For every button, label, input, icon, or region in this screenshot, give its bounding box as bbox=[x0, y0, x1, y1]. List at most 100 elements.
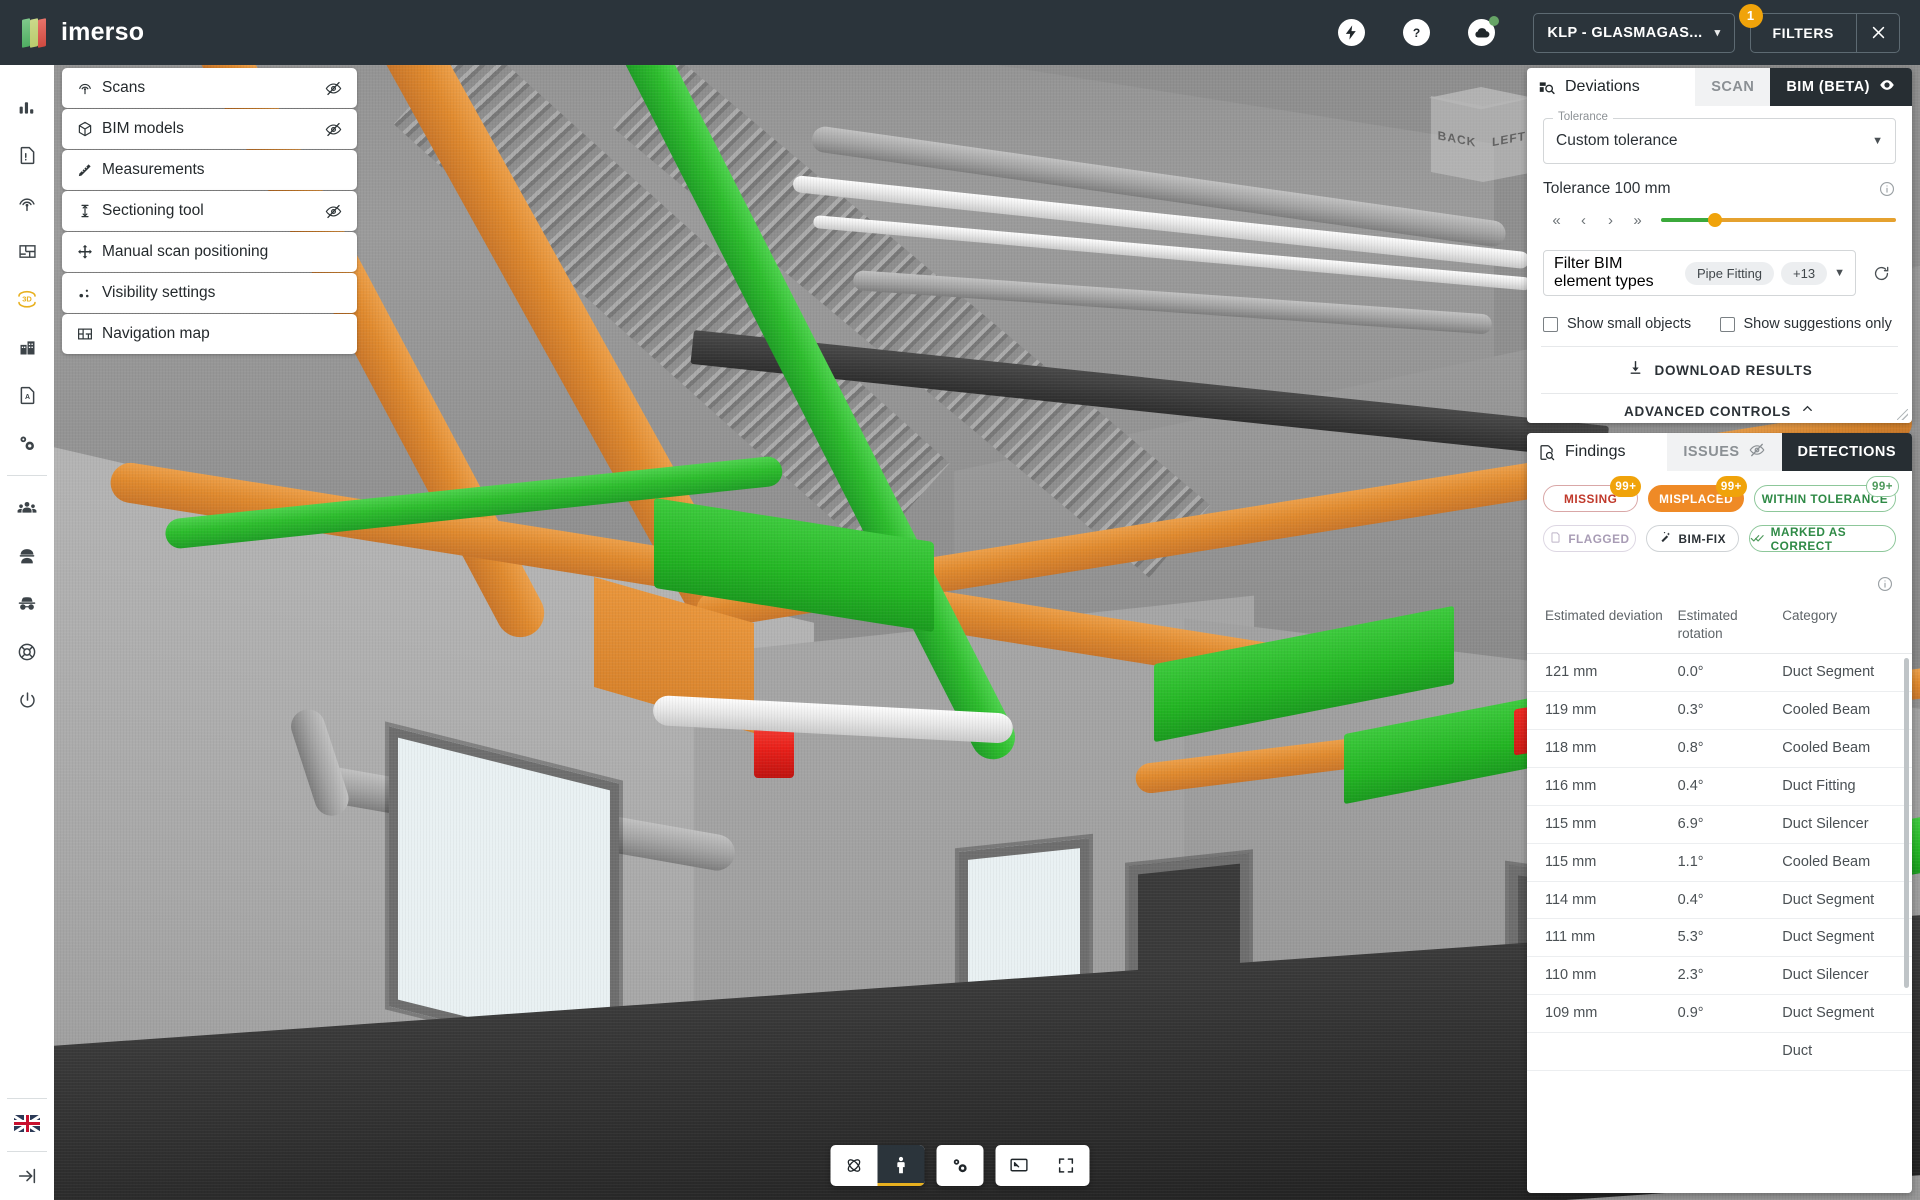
lifebuoy-icon[interactable] bbox=[0, 628, 54, 676]
checkbox-show-suggestions-only[interactable]: Show suggestions only bbox=[1719, 316, 1897, 332]
settings-gears-icon[interactable] bbox=[0, 419, 54, 467]
tab-bim-beta[interactable]: BIM (BETA) bbox=[1770, 68, 1912, 106]
3d-view-icon[interactable]: 3D bbox=[0, 275, 54, 323]
advanced-controls-toggle[interactable]: ADVANCED CONTROLS bbox=[1527, 394, 1912, 423]
eye-off-icon[interactable] bbox=[324, 120, 343, 139]
screen-view-button[interactable] bbox=[996, 1145, 1043, 1186]
table-row[interactable]: 116 mm 0.4° Duct Fitting bbox=[1527, 768, 1912, 806]
tab-scan[interactable]: SCAN bbox=[1695, 68, 1771, 106]
slider-track-orange bbox=[1715, 218, 1896, 222]
info-icon[interactable] bbox=[1878, 180, 1896, 198]
close-icon[interactable] bbox=[1856, 12, 1900, 53]
fullscreen-button[interactable] bbox=[1043, 1145, 1090, 1186]
drawings-icon[interactable]: A bbox=[0, 371, 54, 419]
tool-sectioning[interactable]: Sectioning tool bbox=[62, 191, 357, 231]
step-next-button[interactable]: › bbox=[1597, 206, 1624, 234]
pill-marked-as-correct[interactable]: MARKED AS CORRECT bbox=[1748, 525, 1896, 553]
power-icon[interactable] bbox=[0, 676, 54, 724]
cell-category: Cooled Beam bbox=[1782, 853, 1871, 870]
cell-rotation: 0.8° bbox=[1677, 740, 1704, 757]
cloud-icon[interactable] bbox=[1468, 16, 1500, 46]
pill-flagged[interactable]: FLAGGED bbox=[1543, 525, 1636, 552]
floorplan-icon[interactable] bbox=[0, 227, 54, 275]
language-flag-icon[interactable] bbox=[0, 1099, 54, 1147]
table-row[interactable]: 121 mm 0.0° Duct Segment bbox=[1527, 654, 1912, 693]
tool-visibility-settings[interactable]: Visibility settings bbox=[62, 273, 357, 313]
cell-deviation: 116 mm bbox=[1545, 777, 1597, 794]
table-row[interactable]: 118 mm 0.8° Cooled Beam bbox=[1527, 730, 1912, 768]
view-settings-button[interactable] bbox=[937, 1145, 984, 1186]
table-row[interactable]: 114 mm 0.4° Duct Segment bbox=[1527, 882, 1912, 920]
filter-chip-overflow[interactable]: +13 bbox=[1781, 261, 1828, 285]
view-cube-back-face[interactable]: BACK bbox=[1431, 95, 1483, 183]
filters-button[interactable]: FILTERS bbox=[1749, 12, 1856, 53]
tool-bim-models[interactable]: BIM models bbox=[62, 109, 357, 149]
team-icon[interactable] bbox=[0, 484, 54, 532]
help-icon[interactable]: ? bbox=[1403, 19, 1431, 46]
step-prev-button[interactable]: ‹ bbox=[1570, 206, 1597, 234]
tool-manual-scan-positioning[interactable]: Manual scan positioning bbox=[62, 232, 357, 272]
table-row[interactable]: 115 mm 1.1° Cooled Beam bbox=[1527, 844, 1912, 882]
pill-within-tolerance[interactable]: WITHIN TOLERANCE 99+ bbox=[1753, 476, 1899, 512]
dashboard-icon[interactable] bbox=[0, 83, 54, 131]
cell-rotation: 0.4° bbox=[1677, 777, 1704, 794]
table-row[interactable]: 110 mm 2.3° Duct Silencer bbox=[1527, 957, 1912, 996]
project-selector[interactable]: KLP - GLASMAGAS... ▾ bbox=[1533, 12, 1735, 53]
refresh-icon[interactable] bbox=[1866, 250, 1896, 296]
ruler-icon bbox=[76, 161, 102, 179]
tolerance-slider[interactable] bbox=[1661, 206, 1896, 234]
tolerance-legend: Tolerance bbox=[1553, 111, 1613, 123]
view-cube[interactable]: BACK LEFT bbox=[1429, 87, 1537, 197]
orbit-tool-button[interactable] bbox=[831, 1145, 878, 1186]
navmap-icon bbox=[76, 325, 102, 343]
worker-icon[interactable] bbox=[0, 532, 54, 580]
findings-table-body[interactable]: 121 mm 0.0° Duct Segment 119 mm 0.3° Coo… bbox=[1527, 654, 1912, 1071]
step-last-button[interactable]: » bbox=[1624, 206, 1651, 234]
findings-tabs: ISSUES DETECTIONS bbox=[1667, 433, 1912, 471]
tolerance-select[interactable]: Tolerance Custom tolerance ▼ bbox=[1543, 111, 1896, 164]
lightning-icon[interactable] bbox=[1338, 19, 1366, 46]
tab-issues[interactable]: ISSUES bbox=[1667, 433, 1782, 471]
step-first-button[interactable]: « bbox=[1543, 206, 1570, 234]
slider-thumb[interactable] bbox=[1708, 213, 1723, 227]
filter-chip-pipe-fitting[interactable]: Pipe Fitting bbox=[1685, 261, 1775, 285]
cell-category: Duct bbox=[1782, 1042, 1813, 1059]
collapse-rail-icon[interactable] bbox=[0, 1152, 54, 1200]
table-row[interactable]: 119 mm 0.3° Cooled Beam bbox=[1527, 692, 1912, 731]
findings-panel-header: Findings ISSUES DETECTIONS bbox=[1527, 433, 1912, 471]
cell-deviation: 114 mm bbox=[1545, 891, 1597, 908]
pill-bim-fix[interactable]: BIM-FIX bbox=[1645, 525, 1739, 552]
pill-missing[interactable]: MISSING 99+ bbox=[1543, 476, 1642, 512]
tool-scans[interactable]: Scans bbox=[62, 68, 357, 108]
deviation-checkboxes: Show small objects Show suggestions only bbox=[1527, 296, 1912, 346]
bim-element-type-select[interactable]: Filter BIM element types Pipe Fitting +1… bbox=[1543, 250, 1856, 296]
eye-off-icon[interactable] bbox=[324, 79, 343, 98]
walk-tool-button[interactable] bbox=[877, 1145, 925, 1186]
building-icon[interactable] bbox=[0, 323, 54, 371]
pill-missing-badge: 99+ bbox=[1610, 476, 1642, 497]
brand[interactable]: imerso bbox=[0, 17, 144, 48]
panel-resize-grip[interactable] bbox=[1897, 409, 1908, 420]
tool-navigation-map[interactable]: Navigation map bbox=[62, 314, 357, 354]
info-icon[interactable] bbox=[1876, 575, 1894, 593]
table-row[interactable]: 115 mm 6.9° Duct Silencer bbox=[1527, 806, 1912, 844]
checkbox-show-small-objects[interactable]: Show small objects bbox=[1543, 316, 1720, 332]
imerso-logo-icon bbox=[22, 17, 48, 48]
cell-rotation: 0.0° bbox=[1677, 664, 1704, 681]
pill-misplaced[interactable]: MISPLACED 99+ bbox=[1648, 476, 1747, 512]
chevron-down-icon: ▼ bbox=[1872, 135, 1883, 147]
findings-table-scrollbar[interactable] bbox=[1904, 658, 1909, 989]
table-row[interactable]: Duct bbox=[1527, 1033, 1912, 1071]
cell-category: Duct Silencer bbox=[1782, 815, 1869, 832]
incognito-icon[interactable] bbox=[0, 580, 54, 628]
download-results-button[interactable]: DOWNLOAD RESULTS bbox=[1527, 347, 1912, 393]
table-row[interactable]: 111 mm 5.3° Duct Segment bbox=[1527, 919, 1912, 958]
checkbox-show-small-objects-label: Show small objects bbox=[1567, 316, 1692, 332]
eye-off-icon[interactable] bbox=[324, 202, 343, 221]
scans-icon[interactable] bbox=[0, 179, 54, 227]
tab-detections[interactable]: DETECTIONS bbox=[1781, 433, 1912, 471]
tool-measurements[interactable]: Measurements bbox=[62, 150, 357, 190]
table-row[interactable]: 109 mm 0.9° Duct Segment bbox=[1527, 995, 1912, 1033]
tolerance-readout-row: Tolerance 100 mm bbox=[1527, 164, 1912, 202]
report-icon[interactable] bbox=[0, 131, 54, 179]
